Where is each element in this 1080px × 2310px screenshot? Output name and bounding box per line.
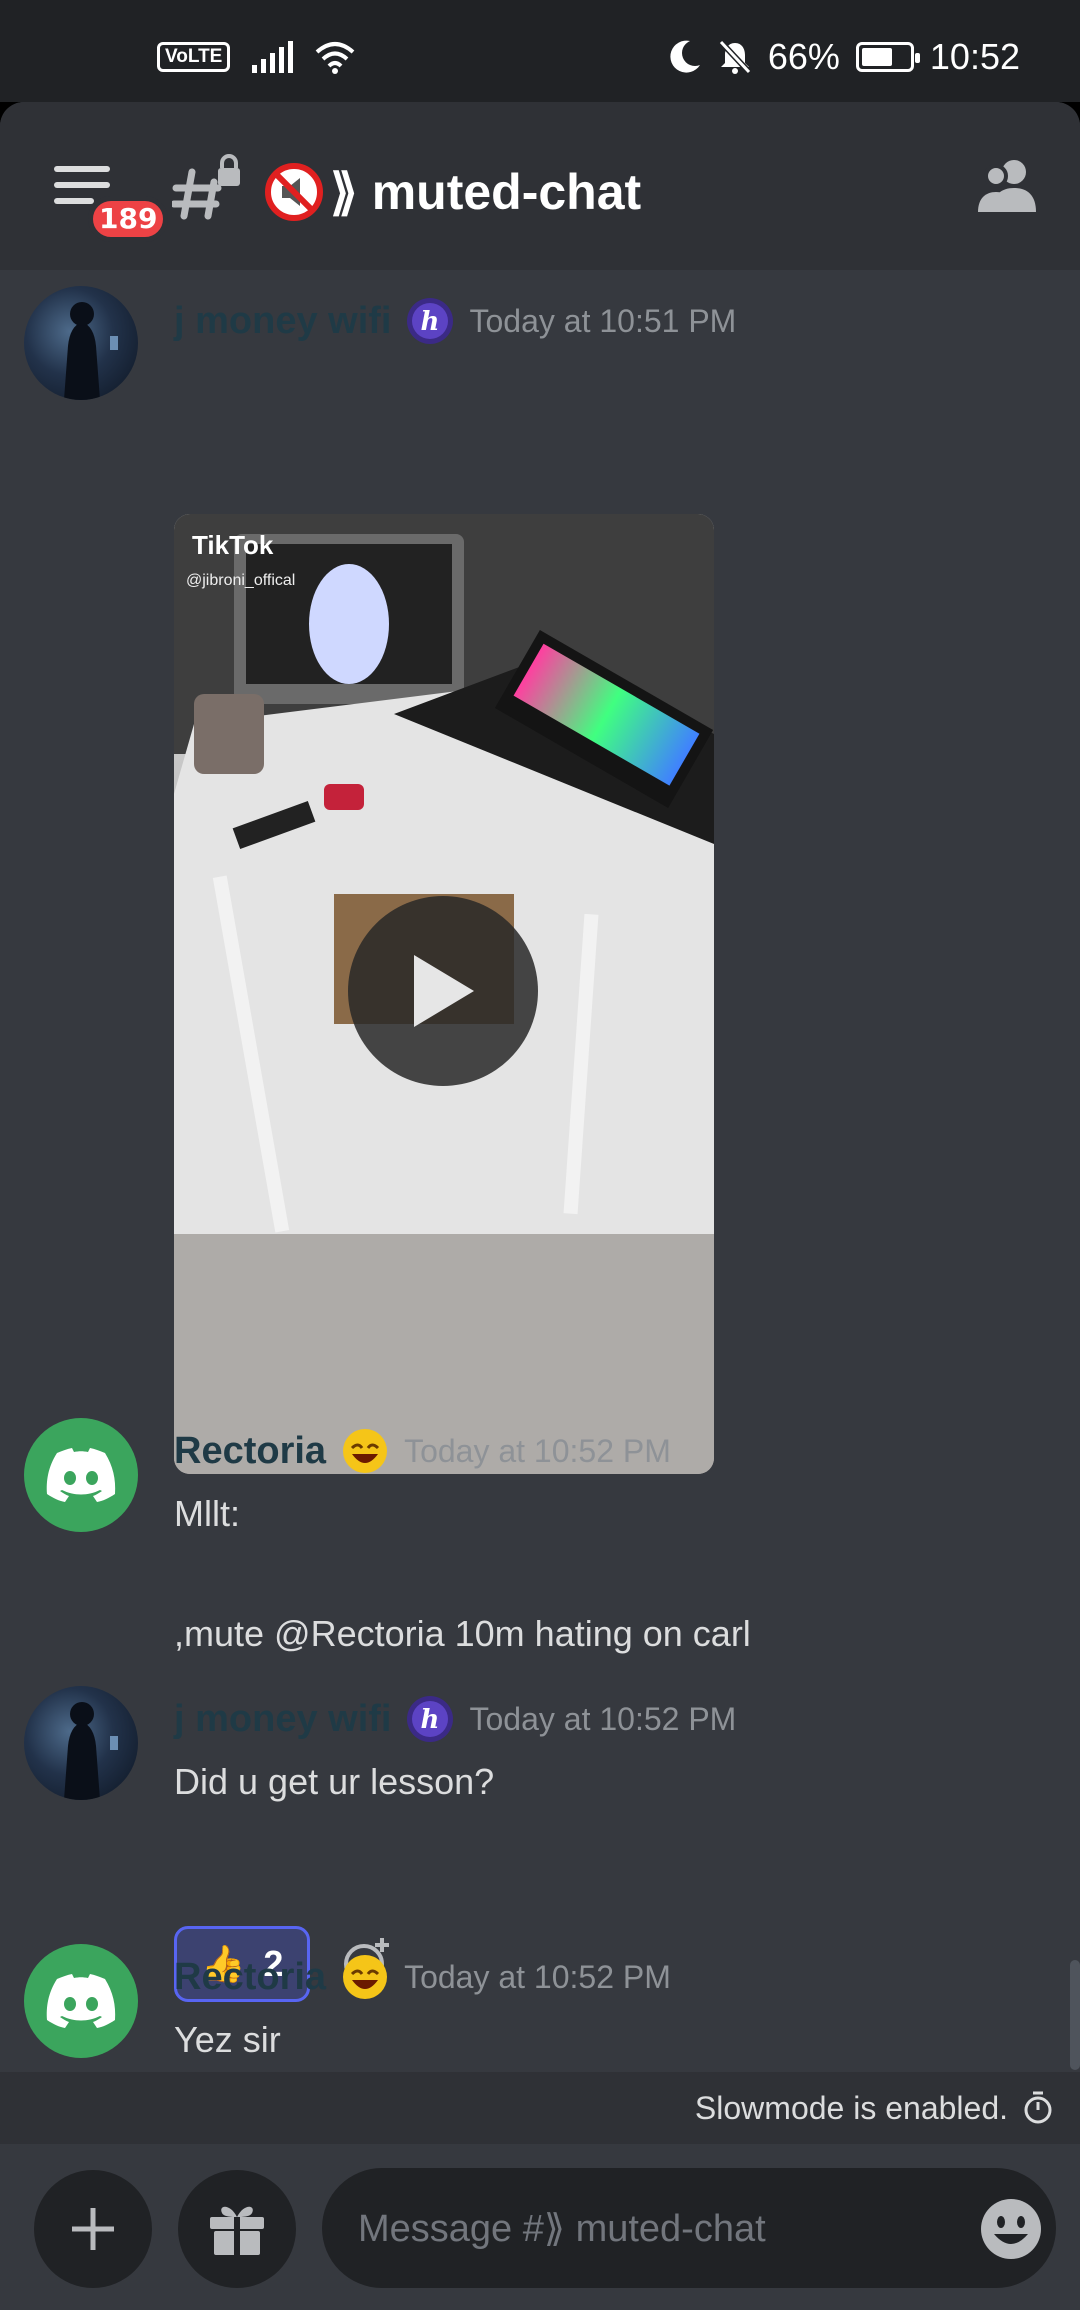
message-text: Did u get ur lesson? xyxy=(174,1761,495,1802)
avatar[interactable] xyxy=(24,1944,138,2058)
message-input[interactable]: Message #⟫ muted-chat xyxy=(322,2168,1056,2288)
username[interactable]: j money wifi xyxy=(174,300,391,343)
timestamp: Today at 10:52 PM xyxy=(404,1958,671,1995)
bell-muted-icon xyxy=(718,39,752,75)
username[interactable]: Rectoria xyxy=(174,1956,326,1999)
message-text: Mllt: xyxy=(174,1493,240,1534)
battery-fill xyxy=(861,48,892,66)
svg-text:h: h xyxy=(421,1705,440,1735)
members-icon[interactable] xyxy=(976,158,1040,214)
role-icon: h xyxy=(407,298,454,344)
tiktok-logo: TikTok xyxy=(192,530,274,560)
video-embed[interactable]: TikTok @jibroni_offical xyxy=(174,514,714,1474)
username[interactable]: j money wifi xyxy=(174,1698,391,1741)
message-header: j money wifi h Today at 10:51 PM xyxy=(174,296,736,346)
message-list[interactable]: j money wifi h Today at 10:51 PM TikTok … xyxy=(0,270,1080,2072)
channel-header: 189 ⟫ muted-chat xyxy=(0,102,1080,270)
gift-icon xyxy=(210,2206,264,2255)
battery-percent: 66% xyxy=(767,36,840,77)
play-icon xyxy=(414,955,474,1027)
slowmode-text: Slowmode is enabled. xyxy=(694,2089,1008,2126)
message-header: Rectoria Today at 10:52 PM xyxy=(174,1952,671,2002)
laughing-emoji-icon xyxy=(343,1429,388,1473)
status-bar: VoLTE 66% 10:52 xyxy=(0,0,1080,102)
emoji-icon[interactable] xyxy=(978,2196,1044,2262)
message-input-placeholder: Message #⟫ muted-chat xyxy=(358,2207,766,2250)
timestamp: Today at 10:51 PM xyxy=(469,302,737,339)
slowmode-bar: Slowmode is enabled. xyxy=(0,2072,1080,2144)
message-text: Yez sir xyxy=(174,2019,281,2060)
signal-icon xyxy=(252,41,294,73)
laughing-emoji-icon xyxy=(343,1955,388,1999)
clock: 10:52 xyxy=(929,36,1020,77)
plus-icon xyxy=(72,2208,114,2250)
wifi-icon xyxy=(316,42,355,74)
notification-badge: 189 xyxy=(88,196,169,242)
message-header: Rectoria Today at 10:52 PM xyxy=(174,1426,671,1476)
moon-icon xyxy=(670,40,700,73)
battery-icon xyxy=(855,42,920,72)
discord-logo-icon xyxy=(46,1974,116,2028)
message-composer: Message #⟫ muted-chat xyxy=(0,2144,1080,2310)
tiktok-author: @jibroni_offical xyxy=(186,572,296,589)
discord-logo-icon xyxy=(46,1448,116,1502)
username[interactable]: Rectoria xyxy=(174,1430,326,1473)
avatar[interactable] xyxy=(24,286,138,400)
role-icon: h xyxy=(407,1696,454,1742)
avatar[interactable] xyxy=(24,1686,138,1800)
timestamp: Today at 10:52 PM xyxy=(469,1700,737,1737)
channel-name: ⟫ muted-chat xyxy=(330,164,642,220)
svg-text:h: h xyxy=(421,307,440,337)
message-text: ,mute @Rectoria 10m hating on carl xyxy=(174,1613,751,1654)
scrollbar-thumb[interactable] xyxy=(1070,1960,1080,2070)
app-panel: 189 ⟫ muted-chat j money wifi h Today at… xyxy=(0,102,1080,2310)
muted-speaker-icon xyxy=(265,163,323,221)
text-channel-lock-icon xyxy=(172,154,240,220)
attach-button[interactable] xyxy=(34,2170,152,2288)
timer-icon xyxy=(1024,2091,1052,2124)
timestamp: Today at 10:52 PM xyxy=(404,1432,671,1469)
play-button[interactable] xyxy=(348,896,538,1086)
volte-indicator: VoLTE xyxy=(157,42,231,72)
message-header: j money wifi h Today at 10:52 PM xyxy=(174,1694,736,1744)
channel-title[interactable]: ⟫ muted-chat xyxy=(264,160,641,224)
gift-button[interactable] xyxy=(178,2170,296,2288)
avatar[interactable] xyxy=(24,1418,138,1532)
